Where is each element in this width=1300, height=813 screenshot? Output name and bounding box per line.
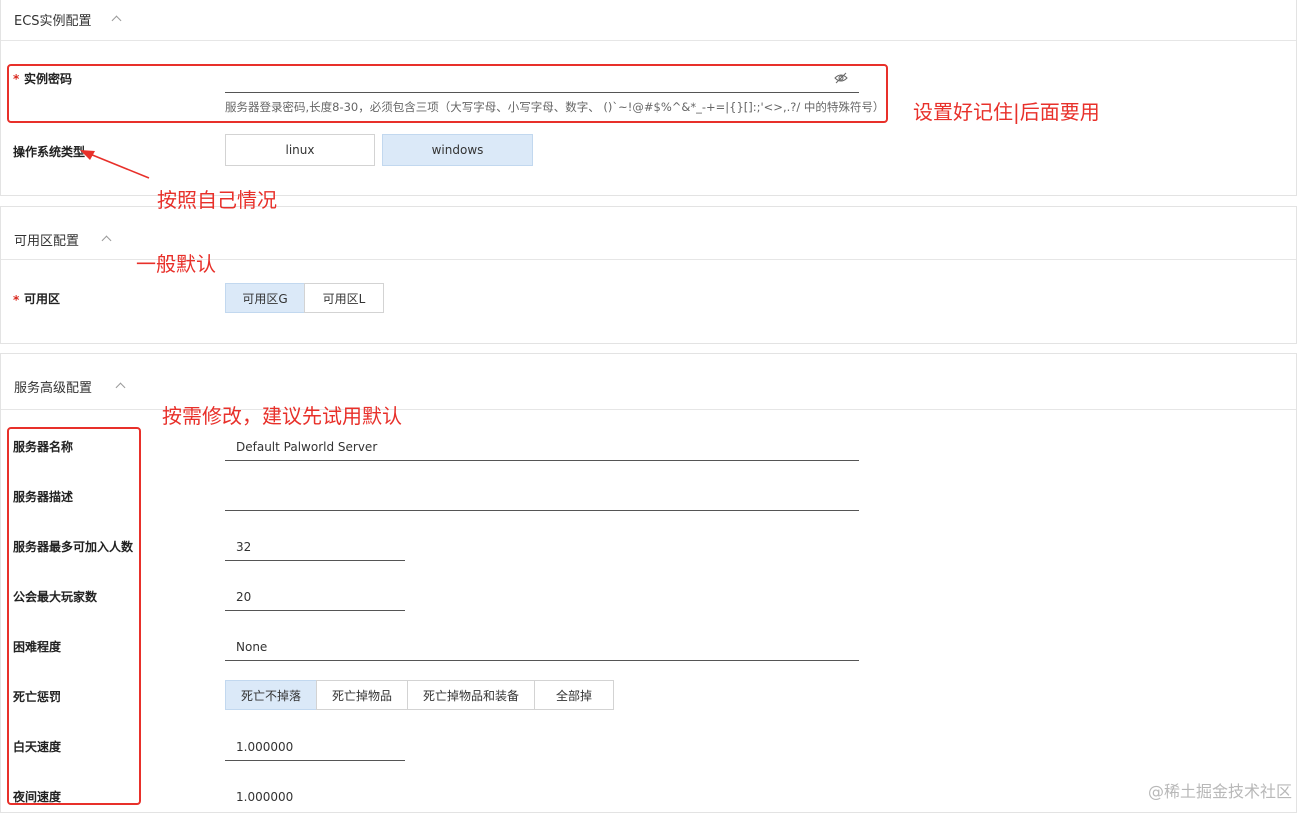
- password-annotation: 设置好记住|后面要用: [913, 100, 1100, 124]
- section-title: ECS实例配置: [14, 14, 92, 29]
- zone-label: 可用区: [24, 292, 61, 306]
- chevron-up-icon[interactable]: [111, 15, 122, 26]
- os-type-selector: linux windows: [225, 134, 533, 166]
- arrow-annotation-icon: [80, 150, 150, 179]
- ecs-config-header[interactable]: ECS实例配置: [1, 0, 1296, 41]
- server-desc-input[interactable]: [225, 483, 859, 511]
- guild-max-input[interactable]: 20: [225, 583, 405, 611]
- os-annotation: 按照自己情况: [157, 188, 277, 212]
- zone-selector: 可用区G 可用区L: [225, 283, 384, 313]
- zone-option-l[interactable]: 可用区L: [304, 283, 384, 313]
- password-highlight-box: [7, 64, 888, 123]
- advanced-annotation: 按需修改，建议先试用默认: [162, 404, 402, 428]
- section-title: 服务高级配置: [14, 381, 93, 396]
- required-mark: *: [13, 293, 20, 307]
- day-speed-input[interactable]: 1.000000: [225, 733, 405, 761]
- death-option-items-equipment[interactable]: 死亡掉物品和装备: [407, 680, 535, 710]
- chevron-up-icon[interactable]: [115, 382, 126, 393]
- death-penalty-selector: 死亡不掉落 死亡掉物品 死亡掉物品和装备 全部掉: [225, 680, 614, 710]
- advanced-highlight-box: [7, 427, 141, 805]
- chevron-up-icon[interactable]: [101, 235, 112, 246]
- os-option-linux[interactable]: linux: [225, 134, 375, 166]
- zone-annotation: 一般默认: [136, 252, 216, 276]
- watermark: @稀土掘金技术社区: [1147, 782, 1292, 801]
- section-title: 可用区配置: [14, 234, 80, 249]
- zone-option-g[interactable]: 可用区G: [225, 283, 305, 313]
- death-option-items[interactable]: 死亡掉物品: [316, 680, 408, 710]
- os-option-windows[interactable]: windows: [382, 134, 533, 166]
- difficulty-input[interactable]: None: [225, 633, 859, 661]
- death-option-none[interactable]: 死亡不掉落: [225, 680, 317, 710]
- night-speed-input[interactable]: 1.000000: [225, 783, 405, 811]
- max-players-input[interactable]: 32: [225, 533, 405, 561]
- server-name-input[interactable]: Default Palworld Server: [225, 433, 859, 461]
- death-option-all[interactable]: 全部掉: [534, 680, 614, 710]
